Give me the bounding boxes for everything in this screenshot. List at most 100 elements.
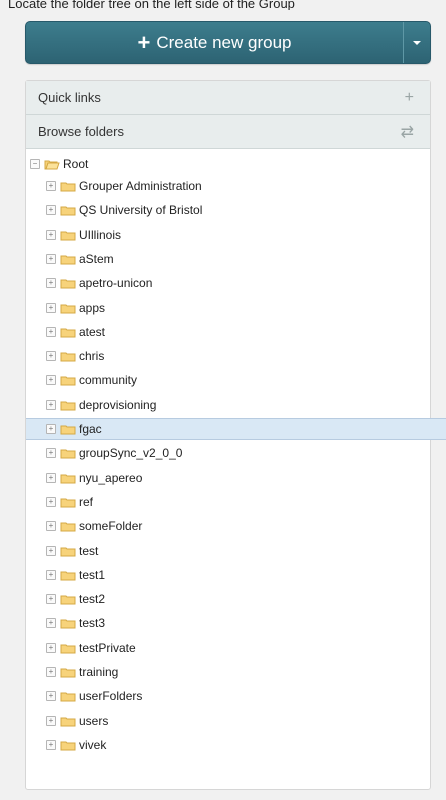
expand-icon[interactable]: + xyxy=(46,278,56,289)
expand-icon[interactable]: + xyxy=(46,545,56,556)
folder-icon xyxy=(60,400,76,411)
tree-folder-label: fgac xyxy=(79,422,102,436)
browse-folders-label: Browse folders xyxy=(38,124,124,139)
folder-icon xyxy=(60,521,76,532)
expand-icon[interactable]: + xyxy=(46,326,56,337)
tree-root-label: Root xyxy=(63,157,89,171)
expand-icon[interactable]: + xyxy=(46,448,56,459)
create-group-dropdown-toggle[interactable] xyxy=(403,22,430,63)
tree-folder-label: chris xyxy=(79,349,105,364)
tree-folder-item[interactable]: + users xyxy=(26,710,446,732)
folder-icon xyxy=(60,205,76,216)
tree-folder-item[interactable]: + chris xyxy=(26,345,446,367)
folder-icon xyxy=(60,570,76,581)
expand-icon[interactable]: + xyxy=(46,181,56,191)
tree-folder-label: nyu_apereo xyxy=(79,470,143,485)
tree-folder-label: QS University of Bristol xyxy=(79,203,203,218)
expand-icon[interactable]: + xyxy=(46,569,56,580)
expand-icon[interactable]: + xyxy=(46,229,56,240)
expand-icon[interactable]: + xyxy=(46,424,56,434)
create-new-group-label: Create new group xyxy=(156,32,292,52)
tree-folder-item[interactable]: + fgac xyxy=(26,418,446,440)
tree-folder-item[interactable]: + UIllinois xyxy=(26,224,446,246)
expand-icon[interactable]: + xyxy=(46,594,56,605)
folder-icon xyxy=(60,181,76,192)
folder-icon xyxy=(60,303,76,313)
folder-panel: Quick links + Browse folders ⇄ − Root + G… xyxy=(25,80,446,790)
tree-folder-label: testPrivate xyxy=(79,640,136,655)
plus-icon[interactable]: + xyxy=(405,89,414,107)
tree-folder-item[interactable]: + test1 xyxy=(26,564,446,586)
expand-icon[interactable]: + xyxy=(46,205,56,216)
quick-links-label: Quick links xyxy=(38,90,101,105)
tree-folder-item[interactable]: + ref xyxy=(26,491,446,513)
folder-icon xyxy=(60,618,76,629)
expand-icon[interactable]: + xyxy=(46,715,56,726)
quick-links-header[interactable]: Quick links + xyxy=(26,81,430,115)
tree-folder-item[interactable]: + training xyxy=(26,661,446,683)
tree-folder-item[interactable]: + vivek xyxy=(26,734,446,756)
tree-folder-item[interactable]: + testPrivate xyxy=(26,637,446,659)
tree-folder-label: deprovisioning xyxy=(79,397,157,412)
folder-icon xyxy=(60,424,76,435)
tree-folder-label: groupSync_v2_0_0 xyxy=(79,446,183,461)
tree-folder-label: vivek xyxy=(79,737,107,752)
tree-folder-item[interactable]: + aStem xyxy=(26,248,446,270)
expand-icon[interactable]: + xyxy=(46,399,56,410)
folder-icon xyxy=(60,740,76,751)
tree-folder-item[interactable]: + atest xyxy=(26,321,446,343)
expand-icon[interactable]: + xyxy=(46,496,56,507)
expand-icon[interactable]: + xyxy=(46,618,56,629)
tree-folder-item[interactable]: + Grouper Administration xyxy=(26,175,446,197)
expand-icon[interactable]: + xyxy=(46,739,56,750)
expand-icon[interactable]: + xyxy=(46,302,56,313)
tree-folder-label: atest xyxy=(79,324,106,339)
tree-folder-item[interactable]: + groupSync_v2_0_0 xyxy=(26,442,446,464)
tree-folder-item[interactable]: + nyu_apereo xyxy=(26,467,446,489)
folder-icon xyxy=(60,691,76,702)
expand-icon[interactable]: + xyxy=(46,253,56,264)
tree-folder-item[interactable]: + QS University of Bristol xyxy=(26,199,446,221)
expand-icon[interactable]: + xyxy=(46,691,56,702)
collapse-icon[interactable]: − xyxy=(30,159,40,169)
tree-folder-label: test1 xyxy=(79,567,106,582)
tree-folder-item[interactable]: + deprovisioning xyxy=(26,394,446,416)
tree-folder-item[interactable]: + community xyxy=(26,369,446,391)
folder-icon xyxy=(60,594,76,605)
folder-icon xyxy=(60,497,76,508)
folder-icon xyxy=(60,448,76,459)
folder-icon xyxy=(60,230,76,241)
create-new-group-button[interactable]: + Create new group xyxy=(26,22,403,63)
expand-icon[interactable]: + xyxy=(46,351,56,362)
tree-root[interactable]: − Root xyxy=(30,153,434,175)
tree-folder-label: apetro-unicon xyxy=(79,276,153,291)
tree-folder-label: UIllinois xyxy=(79,227,122,242)
folder-icon xyxy=(60,716,76,727)
tree-folder-item[interactable]: + userFolders xyxy=(26,685,446,707)
tree-folder-item[interactable]: + test3 xyxy=(26,612,446,634)
expand-icon[interactable]: + xyxy=(46,472,56,483)
tree-folder-label: Grouper Administration xyxy=(79,179,202,193)
expand-icon[interactable]: + xyxy=(46,642,56,653)
expand-icon[interactable]: + xyxy=(46,667,56,677)
top-caption: Locate the folder tree on the left side … xyxy=(8,0,295,10)
folder-icon xyxy=(60,278,76,289)
folder-icon xyxy=(60,327,76,338)
tree-folder-label: test3 xyxy=(79,616,106,631)
tree-folder-label: userFolders xyxy=(79,689,143,704)
folder-icon xyxy=(60,351,76,362)
tree-folder-item[interactable]: + someFolder xyxy=(26,515,446,537)
tree-folder-item[interactable]: + apps xyxy=(26,297,446,319)
tree-folder-item[interactable]: + test2 xyxy=(26,588,446,610)
tree-folder-item[interactable]: + apetro-unicon xyxy=(26,272,446,294)
tree-folder-item[interactable]: + test xyxy=(26,540,446,562)
folder-icon xyxy=(60,667,76,678)
chevron-down-icon xyxy=(413,40,421,45)
swap-icon[interactable]: ⇄ xyxy=(401,122,414,142)
expand-icon[interactable]: + xyxy=(46,375,56,386)
browse-folders-header[interactable]: Browse folders ⇄ xyxy=(26,115,430,149)
expand-icon[interactable]: + xyxy=(46,521,56,532)
tree-folder-label: training xyxy=(79,665,119,679)
folder-open-icon xyxy=(44,159,60,170)
folder-icon xyxy=(60,375,76,386)
